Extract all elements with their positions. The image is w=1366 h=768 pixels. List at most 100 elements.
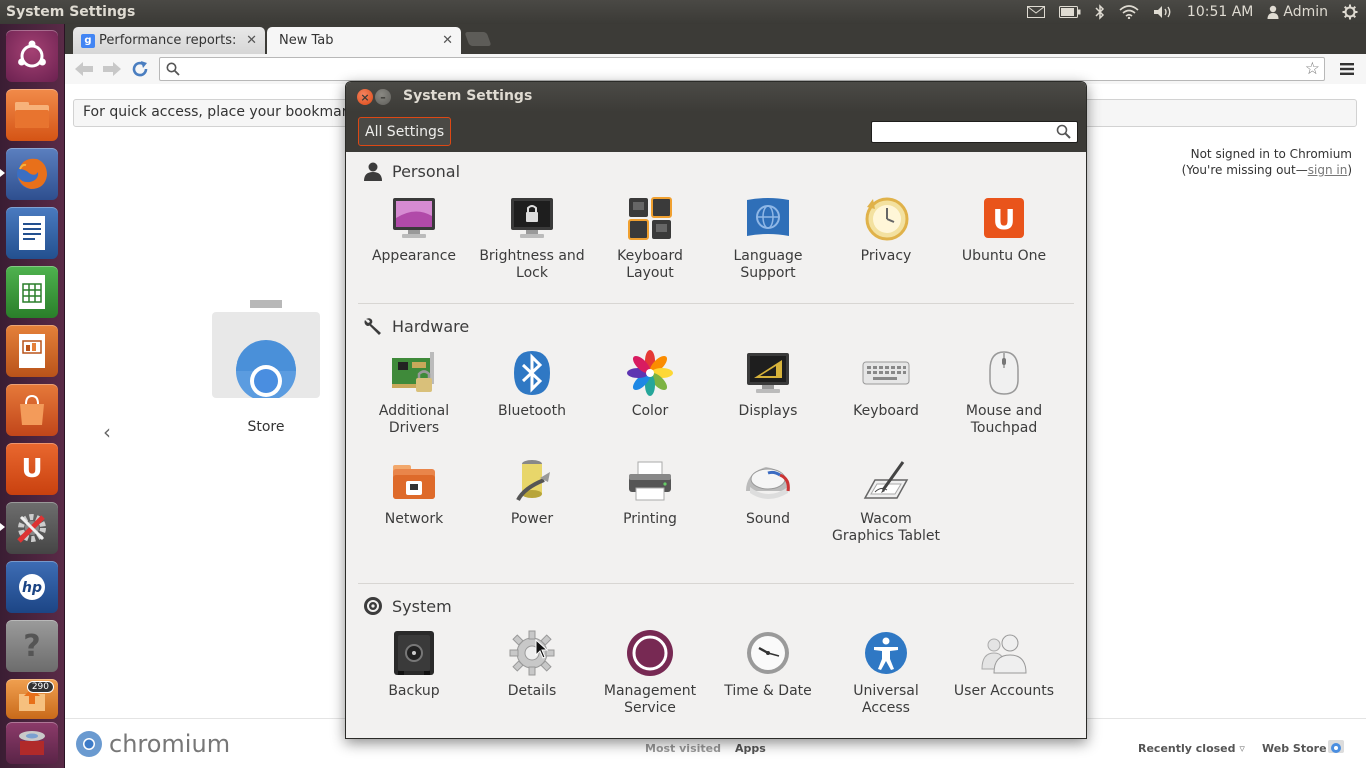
- all-settings-button[interactable]: All Settings: [358, 117, 452, 146]
- privacy-icon: [862, 194, 910, 242]
- ubuntu-one-icon: U: [980, 194, 1028, 242]
- appearance-icon: [390, 194, 438, 242]
- settings-item-printing[interactable]: Printing: [595, 457, 705, 528]
- item-label: Power: [510, 511, 554, 527]
- settings-item-network[interactable]: Network: [359, 457, 469, 528]
- top-panel: System Settings 10:51 AM Admin: [0, 0, 1366, 24]
- network-icon: [390, 457, 438, 505]
- settings-item-backup[interactable]: Backup: [359, 629, 469, 700]
- section-separator: [358, 583, 1074, 584]
- chromium-logo: chromium: [75, 730, 230, 758]
- system-settings-launcher-icon[interactable]: [6, 502, 58, 554]
- additional-drivers-icon: [390, 349, 438, 397]
- web-store-footer-icon[interactable]: [1327, 736, 1345, 758]
- settings-item-appearance[interactable]: Appearance: [359, 194, 469, 265]
- update-count-badge: 290: [26, 681, 54, 693]
- clock-icon: [744, 629, 792, 677]
- most-visited-link[interactable]: Most visited: [645, 742, 721, 755]
- dash-home-icon[interactable]: [6, 30, 58, 82]
- browser-toolbar: ☆: [65, 54, 1366, 84]
- settings-item-details[interactable]: Details: [477, 629, 587, 700]
- mouse-pointer-icon: [535, 638, 549, 663]
- dialog-title: System Settings: [403, 88, 533, 104]
- item-label: Backup: [388, 683, 440, 699]
- libreoffice-calc-icon[interactable]: [6, 266, 58, 318]
- tab-performance-reports[interactable]: g Performance reports: Goo ✕: [73, 27, 265, 54]
- chromium-logo-icon: [76, 731, 102, 757]
- settings-item-universal-access[interactable]: Universal Access: [831, 629, 941, 717]
- system-tray: 10:51 AM Admin: [1026, 0, 1366, 24]
- settings-item-mouse-touchpad[interactable]: Mouse and Touchpad: [949, 349, 1059, 437]
- web-store-app-tile[interactable]: [212, 296, 320, 404]
- forward-arrow-icon[interactable]: [101, 58, 123, 80]
- close-icon[interactable]: ×: [357, 89, 373, 105]
- ubuntu-one-icon[interactable]: U: [6, 443, 58, 495]
- battery-icon[interactable]: [1058, 0, 1081, 24]
- settings-item-displays[interactable]: Displays: [713, 349, 823, 420]
- hp-toolbox-icon[interactable]: hp: [6, 561, 58, 613]
- apps-link[interactable]: Apps: [735, 742, 766, 755]
- settings-item-user-accounts[interactable]: User Accounts: [949, 629, 1059, 700]
- section-personal: Personal: [362, 160, 460, 182]
- trash-icon[interactable]: [6, 722, 58, 764]
- settings-item-management-service[interactable]: Management Service: [595, 629, 705, 717]
- item-label: Keyboard Layout: [617, 248, 683, 281]
- svg-text:U: U: [993, 203, 1016, 236]
- previous-page-arrow-icon[interactable]: ‹: [103, 420, 111, 444]
- settings-search-input[interactable]: [871, 121, 1078, 143]
- reload-icon[interactable]: [129, 58, 151, 80]
- wrench-icon: [362, 315, 384, 337]
- dialog-toolbar: All Settings: [346, 112, 1086, 152]
- files-icon[interactable]: [6, 89, 58, 141]
- libreoffice-impress-icon[interactable]: [6, 325, 58, 377]
- settings-item-wacom-tablet[interactable]: Wacom Graphics Tablet: [831, 457, 941, 545]
- minimize-icon[interactable]: –: [375, 89, 391, 105]
- chrome-menu-icon[interactable]: [1340, 59, 1354, 80]
- item-label: Appearance: [371, 248, 457, 264]
- libreoffice-writer-icon[interactable]: [6, 207, 58, 259]
- volume-icon[interactable]: [1153, 0, 1173, 24]
- settings-item-bluetooth[interactable]: Bluetooth: [477, 349, 587, 420]
- settings-item-language-support[interactable]: Language Support: [713, 194, 823, 282]
- update-manager-icon[interactable]: 290: [6, 679, 58, 719]
- ubuntu-software-center-icon[interactable]: [6, 384, 58, 436]
- tab-new-tab[interactable]: New Tab ✕: [267, 27, 461, 54]
- item-label: Color: [631, 403, 669, 419]
- settings-item-ubuntu-one[interactable]: U Ubuntu One: [949, 194, 1059, 265]
- settings-item-privacy[interactable]: Privacy: [831, 194, 941, 265]
- sign-in-link[interactable]: sign in: [1308, 163, 1348, 177]
- section-separator: [358, 303, 1074, 304]
- help-icon[interactable]: ?: [6, 620, 58, 672]
- settings-item-color[interactable]: Color: [595, 349, 705, 420]
- signin-prefix: (You're missing out—: [1181, 163, 1308, 177]
- session-gear-icon[interactable]: [1342, 0, 1358, 24]
- settings-item-additional-drivers[interactable]: Additional Drivers: [359, 349, 469, 437]
- settings-item-time-date[interactable]: Time & Date: [713, 629, 823, 700]
- search-icon: [1056, 124, 1071, 143]
- web-store-link[interactable]: Web Store: [1262, 742, 1327, 755]
- tab-close-icon[interactable]: ✕: [442, 33, 453, 48]
- item-label: Keyboard: [853, 403, 919, 419]
- recently-closed-menu[interactable]: Recently closed ▿: [1138, 742, 1245, 755]
- settings-item-keyboard[interactable]: Keyboard: [831, 349, 941, 420]
- keyboard-icon: [862, 349, 910, 397]
- settings-item-brightness-lock[interactable]: Brightness and Lock: [477, 194, 587, 282]
- google-favicon-icon: g: [81, 33, 95, 48]
- firefox-icon[interactable]: [6, 148, 58, 200]
- signin-suffix: ): [1347, 163, 1352, 177]
- clock-indicator[interactable]: 10:51 AM: [1187, 0, 1253, 24]
- wifi-icon[interactable]: [1119, 0, 1139, 24]
- tab-close-icon[interactable]: ✕: [246, 33, 257, 48]
- settings-item-keyboard-layout[interactable]: Keyboard Layout: [595, 194, 705, 282]
- chromium-brand-text: chromium: [109, 730, 231, 758]
- settings-item-sound[interactable]: Sound: [713, 457, 823, 528]
- user-menu[interactable]: Admin: [1267, 0, 1328, 24]
- mail-icon[interactable]: [1026, 0, 1045, 24]
- bookmark-star-icon[interactable]: ☆: [1305, 59, 1320, 79]
- back-arrow-icon[interactable]: [73, 58, 95, 80]
- item-label: Management Service: [603, 683, 697, 716]
- settings-item-power[interactable]: Power: [477, 457, 587, 528]
- bluetooth-icon[interactable]: [1095, 0, 1105, 24]
- omnibox[interactable]: ☆: [159, 57, 1325, 81]
- new-tab-button[interactable]: [464, 32, 492, 46]
